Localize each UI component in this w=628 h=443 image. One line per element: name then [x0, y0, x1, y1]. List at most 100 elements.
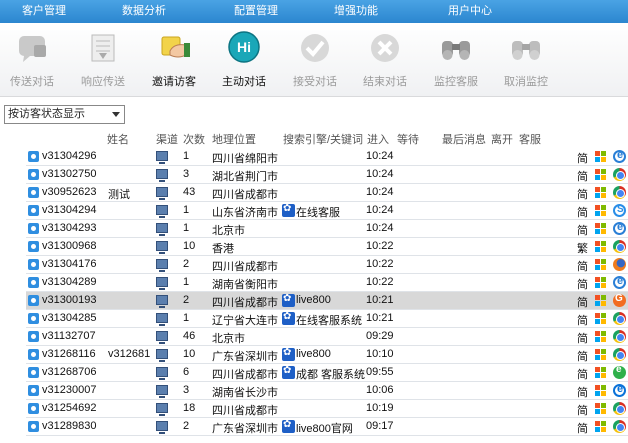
visitor-status-filter-select[interactable]: 按访客状态显示	[4, 105, 125, 124]
menu-config-management[interactable]: 配置管理	[200, 0, 312, 23]
visitor-id: v30952623	[42, 186, 97, 198]
end-chat-icon	[367, 31, 403, 65]
baidu-paw-icon	[282, 293, 295, 307]
visitor-id: v31289830	[42, 420, 97, 432]
col-last-message[interactable]: 最后消息	[442, 131, 486, 147]
visitor-eye-icon	[28, 151, 39, 162]
enter-time: 10:24	[366, 168, 394, 180]
language-badge: 简	[577, 405, 588, 417]
visit-count: 2	[183, 258, 190, 270]
visitor-eye-icon	[28, 367, 39, 378]
visitor-location: 北京市	[212, 225, 245, 237]
windows-icon	[595, 169, 607, 181]
visitor-name: 测试	[108, 189, 130, 201]
visitor-row[interactable]: v31268116 v312681 10 广东省深圳市 live800 10:10 简	[26, 346, 628, 364]
col-channel[interactable]: 渠道	[156, 131, 178, 147]
transfer-chat-button[interactable]: 传送对话	[2, 31, 62, 91]
visitor-eye-icon	[28, 421, 39, 432]
windows-icon	[595, 403, 607, 415]
visitor-id: v31300193	[42, 294, 97, 306]
visitor-location: 香港	[212, 243, 234, 255]
visit-count: 43	[183, 186, 196, 198]
col-leave[interactable]: 离开	[491, 131, 513, 147]
visitor-eye-icon	[28, 385, 39, 396]
language-badge: 简	[577, 315, 588, 327]
search-keyword: live800	[296, 348, 331, 360]
enter-time: 10:22	[366, 240, 394, 252]
chrome-browser-icon	[613, 348, 626, 361]
language-badge: 简	[577, 171, 588, 183]
language-badge: 繁	[577, 243, 588, 255]
windows-icon	[595, 331, 607, 343]
visitor-row[interactable]: v31304294 1 山东省济南市 在线客服 10:24 简	[26, 202, 628, 220]
enter-time: 10:24	[366, 150, 394, 162]
enter-time: 09:29	[366, 330, 394, 342]
monitor-agent-icon	[438, 31, 474, 65]
visitor-row[interactable]: v31304289 1 湖南省衡阳市 10:22 简	[26, 274, 628, 292]
visitor-location: 四川省绵阳市	[212, 153, 278, 165]
col-location[interactable]: 地理位置	[212, 131, 256, 147]
accept-chat-button[interactable]: 接受对话	[285, 31, 345, 91]
enter-time: 10:06	[366, 384, 394, 396]
visitor-row[interactable]: v31289830 2 广东省深圳市 live800官网 09:17 简	[26, 418, 628, 436]
visitor-id: v31304296	[42, 150, 97, 162]
visitor-table-header: 姓名 渠道 次数 地理位置 搜索引擎/关键词 进入 等待 最后消息 离开 客服	[0, 128, 628, 148]
visitor-eye-icon	[28, 241, 39, 252]
visitor-eye-icon	[28, 331, 39, 342]
visitor-row[interactable]: v31304293 1 北京市 10:24 简	[26, 220, 628, 238]
computer-channel-icon	[156, 331, 168, 344]
language-badge: 简	[577, 207, 588, 219]
menu-enhanced-features[interactable]: 增强功能	[312, 0, 400, 23]
visit-count: 2	[183, 294, 190, 306]
language-badge: 简	[577, 153, 588, 165]
cancel-monitor-button[interactable]: 取消监控	[496, 31, 556, 91]
svg-text:Hi: Hi	[237, 39, 251, 55]
visitor-id: v31268116	[42, 348, 96, 360]
visitor-row[interactable]: v31302750 3 湖北省荆门市 10:24 简	[26, 166, 628, 184]
visitor-location: 山东省济南市	[212, 207, 278, 219]
visitor-row[interactable]: v31230007 3 湖南省长沙市 10:06 简	[26, 382, 628, 400]
invite-visitor-button[interactable]: 邀请访客	[144, 31, 204, 91]
visitor-row[interactable]: v31300193 2 四川省成都市 live800 10:21 简	[26, 292, 628, 310]
menu-user-center[interactable]: 用户中心	[400, 0, 540, 23]
visitor-row[interactable]: v31300968 10 香港 10:22 繁	[26, 238, 628, 256]
col-visits[interactable]: 次数	[183, 131, 205, 147]
transfer-chat-icon	[14, 31, 50, 65]
visitor-row[interactable]: v31304285 1 辽宁省大连市 在线客服系统 10:21 简	[26, 310, 628, 328]
monitor-agent-button[interactable]: 监控客服	[426, 31, 486, 91]
visit-count: 6	[183, 366, 190, 378]
uc-browser-icon	[613, 293, 626, 307]
top-menu-bar: 客户管理 数据分析 配置管理 增强功能 用户中心	[0, 0, 628, 23]
visitor-location: 广东省深圳市	[212, 423, 278, 435]
col-wait[interactable]: 等待	[397, 131, 419, 147]
visitor-row[interactable]: v30952623 测试 43 四川省成都市 10:24 简	[26, 184, 628, 202]
visitor-id: v31304176	[42, 258, 97, 270]
computer-channel-icon	[156, 421, 168, 434]
visitor-id: v31268706	[42, 366, 97, 378]
computer-channel-icon	[156, 151, 168, 164]
visitor-row[interactable]: v31304296 1 四川省绵阳市 10:24 简	[26, 148, 628, 166]
visitor-row[interactable]: v31254692 18 四川省成都市 10:19 简	[26, 400, 628, 418]
col-name[interactable]: 姓名	[107, 131, 129, 147]
col-agent[interactable]: 客服	[519, 131, 541, 147]
active-chat-button[interactable]: Hi 主动对话	[214, 31, 274, 91]
respond-transfer-button[interactable]: 响应传送	[73, 31, 133, 91]
menu-data-analysis[interactable]: 数据分析	[88, 0, 200, 23]
col-search-keyword[interactable]: 搜索引擎/关键词	[283, 131, 363, 147]
menu-customer-management[interactable]: 客户管理	[0, 0, 88, 23]
ie-browser-icon	[613, 221, 626, 235]
visitor-row[interactable]: v31132707 46 北京市 09:29 简	[26, 328, 628, 346]
visitor-eye-icon	[28, 295, 39, 306]
computer-channel-icon	[156, 169, 168, 182]
visitor-row[interactable]: v31268706 6 四川省成都市 成都 客服系统09:55 简	[26, 364, 628, 382]
visitor-id: v31230007	[42, 384, 97, 396]
visit-count: 3	[183, 384, 190, 396]
chrome-browser-icon	[613, 330, 626, 343]
visitor-eye-icon	[28, 259, 39, 270]
chrome-browser-icon	[613, 420, 626, 433]
end-chat-button[interactable]: 结束对话	[355, 31, 415, 91]
search-keyword: 成都 客服系统	[296, 369, 366, 381]
col-enter[interactable]: 进入	[367, 131, 389, 147]
visitor-row[interactable]: v31304176 2 四川省成都市 10:22 简	[26, 256, 628, 274]
windows-icon	[595, 241, 607, 253]
